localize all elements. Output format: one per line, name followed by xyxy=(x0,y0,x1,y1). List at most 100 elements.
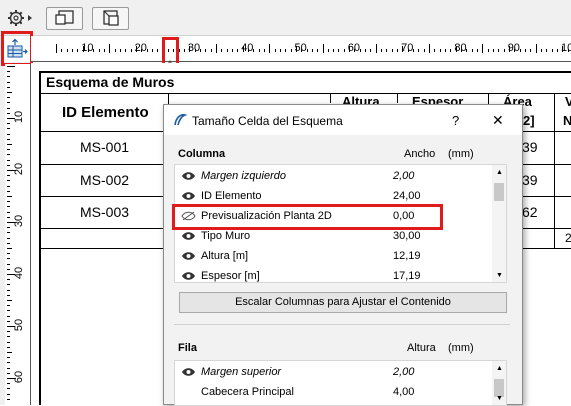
ruler-tick xyxy=(503,49,505,52)
ruler-label: 20 xyxy=(134,42,147,54)
list-item-value[interactable]: 17,19 xyxy=(393,270,421,282)
eye-icon[interactable] xyxy=(181,231,196,244)
eye-icon[interactable] xyxy=(181,367,196,380)
eye-icon[interactable] xyxy=(181,251,196,264)
list-item-label: Espesor [m] xyxy=(201,270,260,282)
list-item[interactable]: Cabecera Principal 4,00 xyxy=(175,382,506,402)
ruler-tick xyxy=(375,44,377,53)
ruler-tick xyxy=(7,248,12,249)
scrollbar[interactable]: ▲ ▼ xyxy=(492,361,506,405)
ruler-tick xyxy=(7,268,10,270)
close-button[interactable]: ✕ xyxy=(492,112,504,129)
ruler-tick xyxy=(7,196,12,197)
header-volumen-bottom: N xyxy=(563,113,571,128)
fit-frame-button[interactable] xyxy=(46,7,83,30)
ruler-tick xyxy=(7,66,15,67)
ruler-tick xyxy=(493,49,495,52)
list-item[interactable]: Margen izquierdo 2,00 xyxy=(175,166,506,186)
help-button[interactable]: ? xyxy=(452,113,459,128)
ruler-tick xyxy=(7,227,10,229)
list-item-value[interactable]: 30,00 xyxy=(393,230,421,242)
eye-icon[interactable] xyxy=(181,271,196,282)
list-item[interactable]: Espesor [m] 17,19 xyxy=(175,266,506,282)
cell-size-dialog: Tamaño Celda del Esquema ? ✕ Columna Anc… xyxy=(163,104,523,406)
ruler-tick xyxy=(7,159,10,161)
list-item[interactable]: Margen superior 2,00 xyxy=(175,362,506,382)
ruler-tick xyxy=(56,44,57,53)
list-item[interactable]: ID Elemento 24,00 xyxy=(175,186,506,206)
scrollbar[interactable]: ▲ ▼ xyxy=(492,165,506,282)
list-item-value[interactable]: 2,00 xyxy=(393,366,414,378)
ruler-tick xyxy=(7,294,10,296)
dialog-titlebar[interactable]: Tamaño Celda del Esquema ? ✕ xyxy=(164,105,522,135)
list-item-label: Margen izquierdo xyxy=(201,170,286,182)
ruler-tick xyxy=(7,112,10,114)
list-item-label: Altura [m] xyxy=(201,250,249,262)
ruler-tick xyxy=(269,44,271,53)
highlight-preview-row xyxy=(172,204,443,230)
ruler-tick xyxy=(7,331,10,333)
ruler-tick xyxy=(7,237,10,239)
ruler-tick xyxy=(7,388,10,390)
ruler-label: 80 xyxy=(454,42,467,54)
ruler-tick xyxy=(7,164,10,166)
ruler-tick xyxy=(7,81,10,83)
ruler-tick xyxy=(546,49,548,52)
ruler-tick xyxy=(7,71,10,73)
ruler-tick xyxy=(7,258,10,260)
vertical-ruler[interactable]: 10 20 30 40 50 60 xyxy=(5,64,31,405)
list-item-label: Margen superior xyxy=(201,366,282,378)
ruler-tick xyxy=(7,206,10,208)
ruler-tick xyxy=(125,49,127,52)
ruler-tick xyxy=(71,49,73,52)
ruler-tick xyxy=(7,123,10,125)
table-row-2-id: MS-002 xyxy=(80,172,130,188)
eye-icon[interactable] xyxy=(181,191,196,204)
ruler-tick xyxy=(370,49,372,52)
ruler-label: 10 xyxy=(81,42,94,54)
eye-icon[interactable] xyxy=(181,171,196,184)
ruler-tick xyxy=(77,49,79,52)
ruler-tick xyxy=(279,49,281,52)
list-item-value[interactable]: 12,19 xyxy=(393,250,421,262)
ruler-tick xyxy=(274,49,276,52)
ruler-label: 50 xyxy=(294,42,307,54)
ruler-tick xyxy=(7,97,10,99)
list-item-value[interactable]: 2,00 xyxy=(393,170,414,182)
ruler-tick xyxy=(541,49,543,52)
ruler-tick xyxy=(7,263,10,265)
ruler-tick xyxy=(535,44,537,53)
ruler-tick xyxy=(7,149,10,151)
header-id-elemento: ID Elemento xyxy=(62,104,149,121)
ruler-tick xyxy=(7,362,10,364)
horizontal-ruler[interactable]: 10 20 30 40 50 60 70 80 90 100 xyxy=(31,36,571,62)
ruler-tick xyxy=(7,289,10,291)
settings-button[interactable] xyxy=(6,8,34,28)
scale-columns-button[interactable]: Escalar Columnas para Ajustar el Conteni… xyxy=(179,292,507,313)
ruler-tick xyxy=(477,49,479,52)
ruler-label: 10 xyxy=(13,110,25,124)
gear-icon xyxy=(8,10,32,26)
ruler-tick xyxy=(7,315,10,317)
table-row-1-id: MS-001 xyxy=(80,139,130,155)
ruler-tick xyxy=(7,128,10,130)
ruler-label: 40 xyxy=(241,42,254,54)
list-item-label: Tipo Muro xyxy=(201,230,251,242)
ruler-tick xyxy=(205,49,207,52)
ruler-tick xyxy=(221,49,223,52)
ruler-tick xyxy=(61,49,63,52)
transform-frame-button[interactable] xyxy=(92,7,129,30)
ruler-tick xyxy=(525,49,527,52)
list-item-value[interactable]: 4,00 xyxy=(393,386,414,398)
frame-transform-icon xyxy=(102,10,119,26)
ruler-tick xyxy=(66,49,68,52)
list-item-value[interactable]: 24,00 xyxy=(393,190,421,202)
ruler-tick xyxy=(7,310,10,312)
ruler-tick xyxy=(98,49,100,52)
ruler-tick xyxy=(290,49,292,52)
ruler-tick xyxy=(471,49,473,52)
table-row-2-area: 39 xyxy=(522,172,538,188)
ruler-tick xyxy=(327,49,329,52)
ruler-tick xyxy=(151,49,153,52)
list-item[interactable]: Altura [m] 12,19 xyxy=(175,246,506,266)
